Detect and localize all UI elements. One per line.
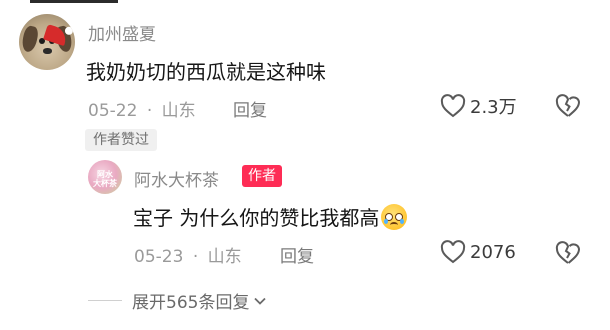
username[interactable]: 阿水大杯茶: [134, 166, 219, 191]
avatar-logo-text: 阿水 大杯茶: [93, 170, 117, 188]
author-liked-badge: 作者赞过: [85, 129, 157, 151]
comment-date: 05-23: [134, 247, 184, 267]
avatar[interactable]: [19, 14, 75, 70]
broken-heart-icon[interactable]: [555, 241, 581, 265]
comment-text: 宝子 为什么你的赞比我都高: [133, 202, 408, 231]
comment-location: 山东: [161, 101, 196, 121]
top-divider: [30, 0, 118, 3]
expand-replies-button[interactable]: 展开565条回复: [132, 288, 249, 313]
like-button[interactable]: 2076: [440, 240, 516, 264]
username[interactable]: 加州盛夏: [88, 20, 156, 45]
comment-body: 宝子 为什么你的赞比我都高: [133, 206, 380, 230]
heart-icon: [440, 240, 466, 264]
comment-thread: 加州盛夏 我奶奶切的西瓜就是这种味 05-22 · 山东 回复 2.3万 作者赞…: [0, 0, 610, 330]
comment-location: 山东: [207, 247, 242, 267]
meta-separator: ·: [146, 101, 153, 121]
like-count: 2076: [470, 241, 516, 263]
chevron-down-icon: [254, 297, 267, 305]
comment-text: 我奶奶切的西瓜就是这种味: [86, 60, 326, 84]
crying-face-icon: [381, 204, 408, 230]
meta-separator: ·: [192, 247, 199, 267]
heart-icon: [440, 94, 466, 118]
like-count: 2.3万: [470, 97, 517, 118]
like-button[interactable]: 2.3万: [440, 93, 517, 119]
reply-button[interactable]: 回复: [233, 96, 267, 121]
avatar[interactable]: 阿水 大杯茶: [88, 160, 122, 194]
broken-heart-icon[interactable]: [555, 94, 581, 118]
divider: [88, 300, 122, 301]
expand-replies-row[interactable]: 展开565条回复: [88, 288, 269, 313]
comment-date: 05-22: [88, 101, 138, 121]
author-tag: 作者: [242, 165, 282, 187]
reply-button[interactable]: 回复: [280, 242, 314, 267]
comment-meta: 05-23 · 山东: [134, 242, 242, 267]
comment-meta: 05-22 · 山东: [88, 96, 196, 121]
